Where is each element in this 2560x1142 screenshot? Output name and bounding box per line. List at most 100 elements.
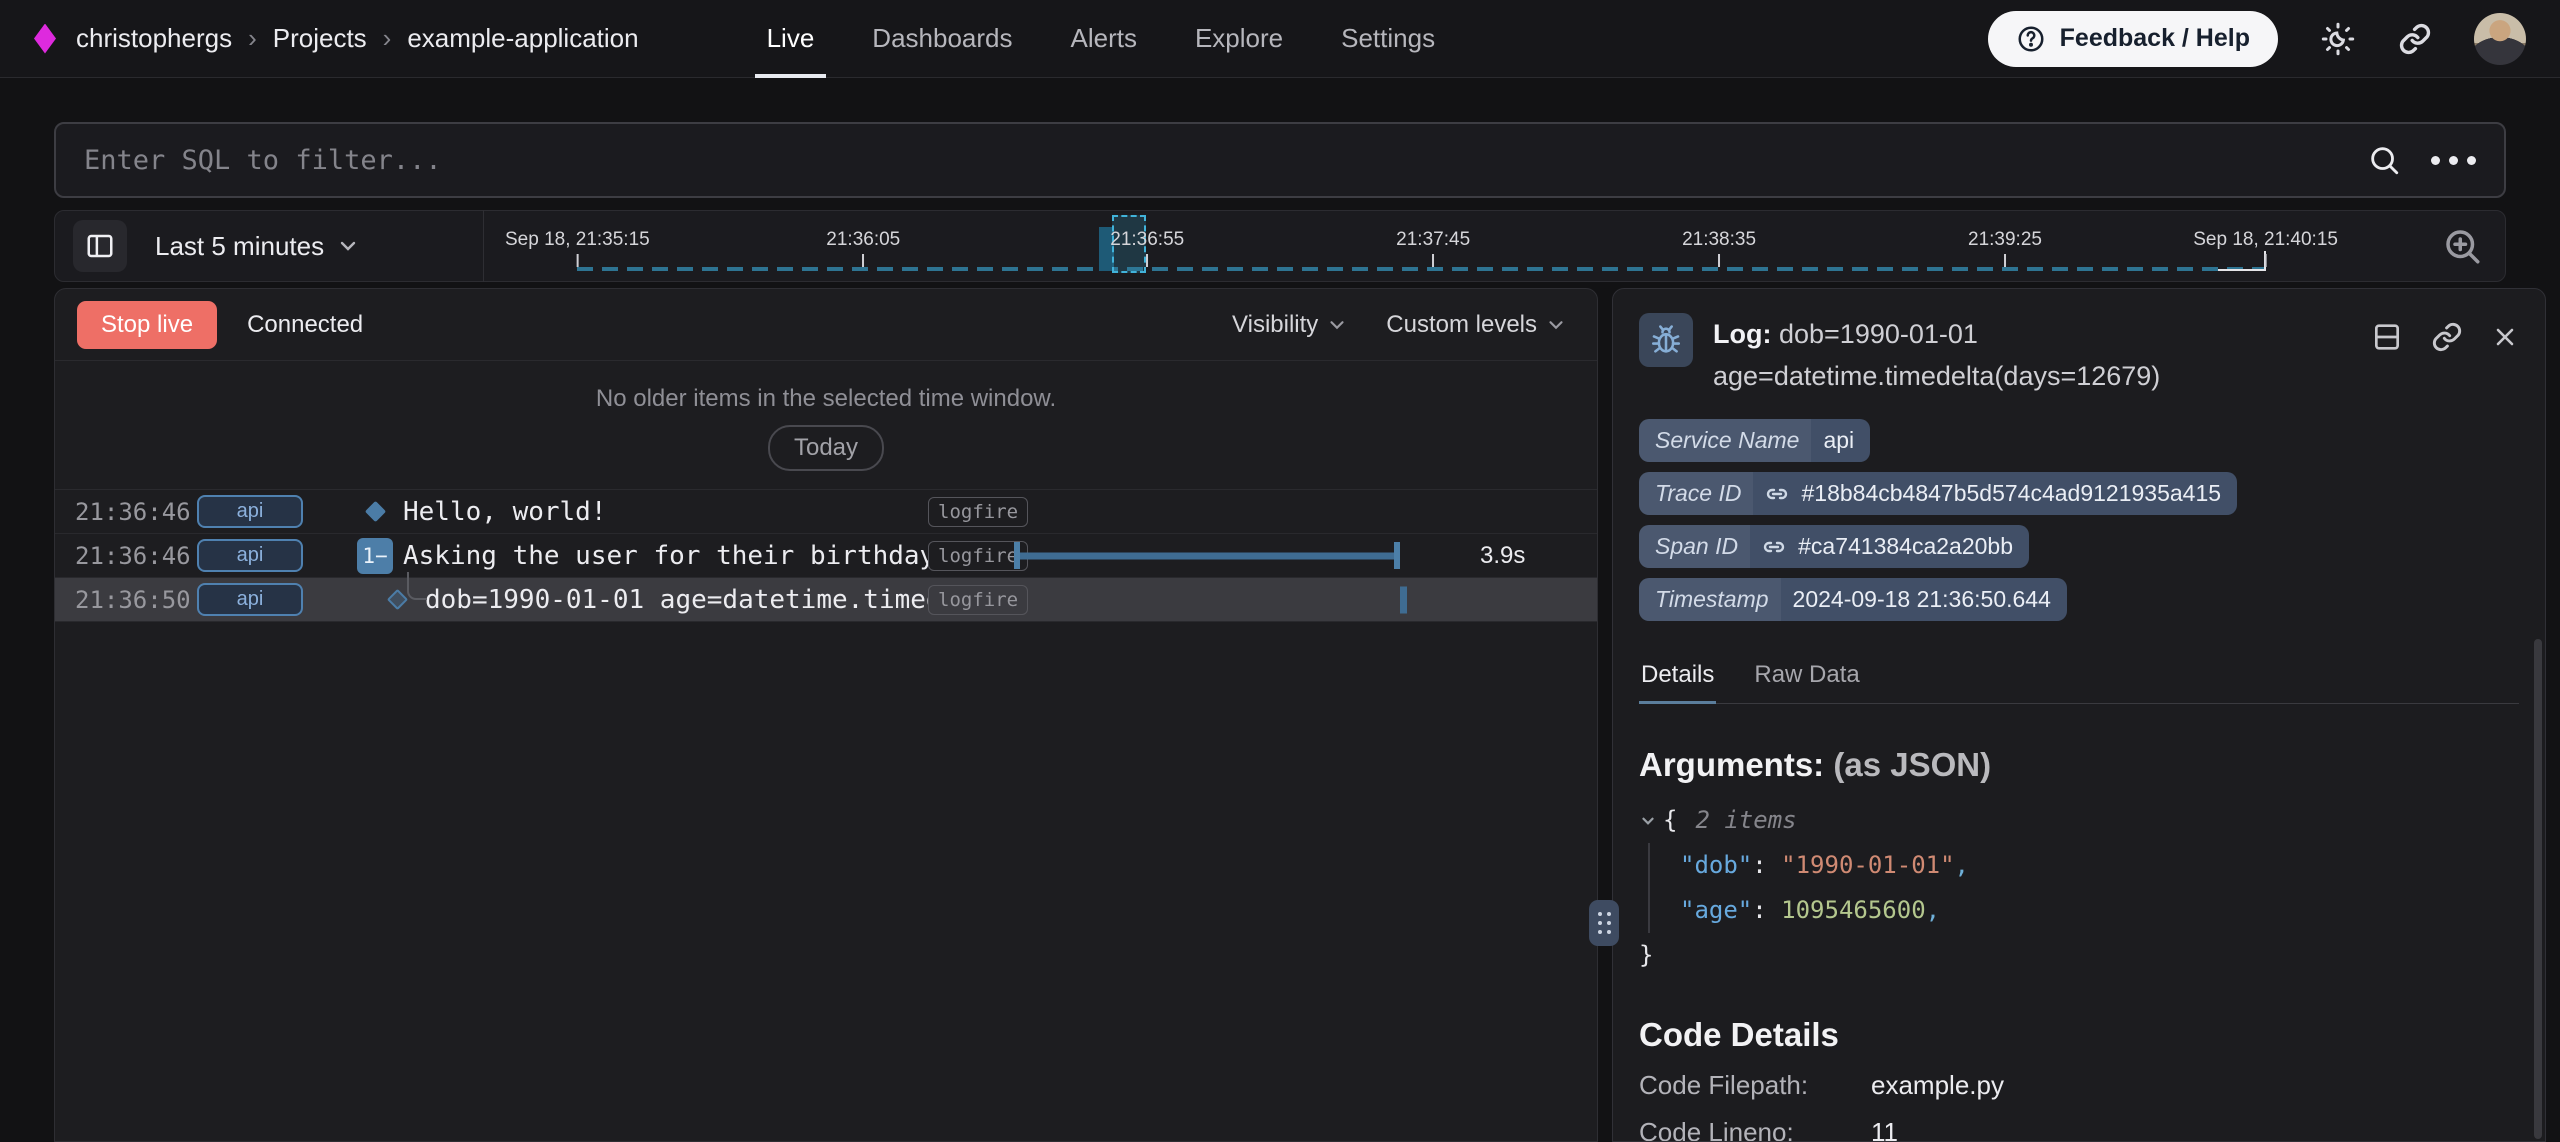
main-nav-tabs: Live Dashboards Alerts Explore Settings bbox=[767, 0, 1435, 78]
breadcrumb-project-name[interactable]: example-application bbox=[407, 23, 638, 54]
log-detail-panel: Log: dob=1990-01-01 age=datetime.timedel… bbox=[1612, 288, 2546, 1142]
connection-status: Connected bbox=[247, 311, 363, 339]
panel-left-toggle-icon[interactable] bbox=[73, 220, 127, 272]
log-rows: 21:36:46 api Hello, world! logfire 21:36… bbox=[55, 490, 1597, 622]
breadcrumb-separator: › bbox=[248, 23, 257, 54]
tab-alerts[interactable]: Alerts bbox=[1071, 0, 1137, 78]
zoom-in-icon[interactable] bbox=[2441, 225, 2483, 267]
detail-header: Log: dob=1990-01-01 age=datetime.timedel… bbox=[1639, 313, 2519, 397]
timeline-tick: 21:37:45 bbox=[1396, 229, 1470, 267]
duration-zone bbox=[1014, 578, 1597, 621]
timeline-track[interactable]: Sep 18, 21:35:15 21:36:05 21:36:55 21:37… bbox=[484, 211, 2429, 281]
split-view-icon[interactable] bbox=[2371, 321, 2403, 353]
timeline-tick: Sep 18, 21:40:15 bbox=[2193, 229, 2338, 267]
timeline-tick: 21:36:05 bbox=[826, 229, 900, 267]
detail-title: Log: dob=1990-01-01 age=datetime.timedel… bbox=[1713, 313, 2343, 397]
timeline-baseline bbox=[577, 267, 2265, 271]
sql-filter-bar[interactable]: Enter SQL to filter... bbox=[54, 122, 2506, 198]
json-item-count: 2 items bbox=[1695, 798, 1796, 843]
log-time: 21:36:50 bbox=[75, 586, 197, 614]
service-tag-badge: api bbox=[197, 583, 303, 616]
tab-live[interactable]: Live bbox=[767, 0, 815, 78]
timestamp-pill[interactable]: Timestamp 2024-09-18 21:36:50.644 bbox=[1639, 578, 2067, 621]
service-name-pill[interactable]: Service Name api bbox=[1639, 419, 1870, 462]
log-row-hello-world[interactable]: 21:36:46 api Hello, world! logfire bbox=[55, 490, 1597, 534]
scrollbar-thumb[interactable] bbox=[2534, 639, 2542, 1139]
user-avatar[interactable] bbox=[2474, 13, 2526, 65]
tab-settings[interactable]: Settings bbox=[1341, 0, 1435, 78]
duration-zone: 3.9s bbox=[1014, 534, 1597, 577]
custom-levels-dropdown[interactable]: Custom levels bbox=[1386, 311, 1567, 339]
feedback-help-button[interactable]: Feedback / Help bbox=[1988, 11, 2278, 67]
breadcrumb-separator: › bbox=[383, 23, 392, 54]
visibility-dropdown[interactable]: Visibility bbox=[1232, 311, 1348, 339]
span-duration-bar[interactable] bbox=[1014, 552, 1400, 559]
span-duration-label: 3.9s bbox=[1480, 542, 1525, 570]
logfire-app: christophergs › Projects › example-appli… bbox=[0, 0, 2560, 1142]
span-id-pill[interactable]: Span ID #ca741384ca2a20bb bbox=[1639, 525, 2029, 568]
json-viewer: { 2 items "dob": "1990-01-01", "age": 10… bbox=[1639, 798, 2519, 978]
timeline-tick: 21:38:35 bbox=[1682, 229, 1756, 267]
detail-attributes: Service Name api Trace ID #18b84cb4847b5… bbox=[1639, 419, 2519, 631]
copy-link-icon[interactable] bbox=[2431, 321, 2463, 353]
timeline-tick: Sep 18, 21:35:15 bbox=[505, 229, 650, 267]
tab-details[interactable]: Details bbox=[1639, 655, 1716, 703]
service-tag-badge: api bbox=[197, 539, 303, 572]
log-message: Hello, world! bbox=[403, 497, 928, 527]
tab-dashboards[interactable]: Dashboards bbox=[872, 0, 1012, 78]
tab-raw-data[interactable]: Raw Data bbox=[1752, 655, 1861, 703]
share-link-icon[interactable] bbox=[2398, 22, 2432, 56]
top-nav: christophergs › Projects › example-appli… bbox=[0, 0, 2560, 78]
timeline-bar: Last 5 minutes Sep 18, 21:35:15 21:36:05… bbox=[54, 210, 2506, 282]
code-lineno-row: Code Lineno:11 bbox=[1639, 1117, 2519, 1142]
today-button[interactable]: Today bbox=[768, 425, 884, 471]
code-details-heading: Code Details bbox=[1639, 1016, 2519, 1054]
log-message: Asking the user for their birthday bbox=[403, 541, 928, 571]
bug-icon bbox=[1639, 313, 1693, 367]
close-icon[interactable] bbox=[2491, 323, 2519, 351]
log-diamond-icon bbox=[364, 501, 385, 522]
tab-explore[interactable]: Explore bbox=[1195, 0, 1283, 78]
span-instant-tick bbox=[1400, 586, 1407, 613]
empty-window-message: No older items in the selected time wind… bbox=[55, 385, 1597, 413]
timeline-controls: Last 5 minutes bbox=[55, 211, 483, 281]
theme-toggle-icon[interactable] bbox=[2320, 21, 2356, 57]
log-time: 21:36:46 bbox=[75, 498, 197, 526]
link-icon bbox=[1765, 482, 1789, 506]
json-entry-dob: "dob": "1990-01-01", bbox=[1680, 843, 2519, 888]
search-icon[interactable] bbox=[2367, 143, 2401, 177]
service-tag-badge: api bbox=[197, 495, 303, 528]
live-log-panel: Stop live Connected Visibility Custom le… bbox=[54, 288, 1598, 1142]
log-row-asking-birthday[interactable]: 21:36:46 api 1− Asking the user for thei… bbox=[55, 534, 1597, 578]
breadcrumb-projects[interactable]: Projects bbox=[273, 23, 367, 54]
log-row-dob-selected[interactable]: 21:36:50 api dob=1990-01-01 age=datetime… bbox=[55, 578, 1597, 622]
panel-resize-handle[interactable] bbox=[1589, 900, 1619, 946]
log-diamond-icon bbox=[386, 589, 407, 610]
empty-window-notice: No older items in the selected time wind… bbox=[55, 361, 1597, 490]
detail-tabs: Details Raw Data bbox=[1639, 655, 2519, 704]
timeline-tick: 21:39:25 bbox=[1968, 229, 2042, 267]
stop-live-button[interactable]: Stop live bbox=[77, 301, 217, 349]
json-close-brace: } bbox=[1639, 933, 2519, 978]
duration-zone bbox=[1014, 490, 1597, 533]
more-options-icon[interactable] bbox=[2431, 156, 2476, 165]
json-entry-age: "age": 1095465600, bbox=[1680, 888, 2519, 933]
timeline-tick: 21:36:55 bbox=[1110, 229, 1184, 267]
link-icon bbox=[1762, 535, 1786, 559]
collapse-toggle[interactable]: 1− bbox=[357, 538, 393, 574]
sql-filter-input[interactable]: Enter SQL to filter... bbox=[84, 145, 2367, 176]
breadcrumb-org[interactable]: christophergs bbox=[76, 23, 232, 54]
chevron-down-icon bbox=[1326, 314, 1348, 336]
log-time: 21:36:46 bbox=[75, 542, 197, 570]
question-circle-icon bbox=[2016, 24, 2046, 54]
nav-right-cluster: Feedback / Help bbox=[1988, 11, 2526, 67]
logfire-logo-icon[interactable] bbox=[34, 24, 56, 54]
trace-id-pill[interactable]: Trace ID #18b84cb4847b5d574c4ad9121935a4… bbox=[1639, 472, 2237, 515]
collapse-chevron-icon[interactable] bbox=[1639, 812, 1657, 830]
log-message: dob=1990-01-01 age=datetime.timede bbox=[425, 585, 928, 615]
time-range-select[interactable]: Last 5 minutes bbox=[155, 231, 324, 262]
live-log-header: Stop live Connected Visibility Custom le… bbox=[55, 289, 1597, 361]
chevron-down-icon[interactable] bbox=[336, 234, 360, 258]
arguments-heading: Arguments: (as JSON) bbox=[1639, 746, 2519, 784]
feedback-help-label: Feedback / Help bbox=[2060, 24, 2250, 53]
